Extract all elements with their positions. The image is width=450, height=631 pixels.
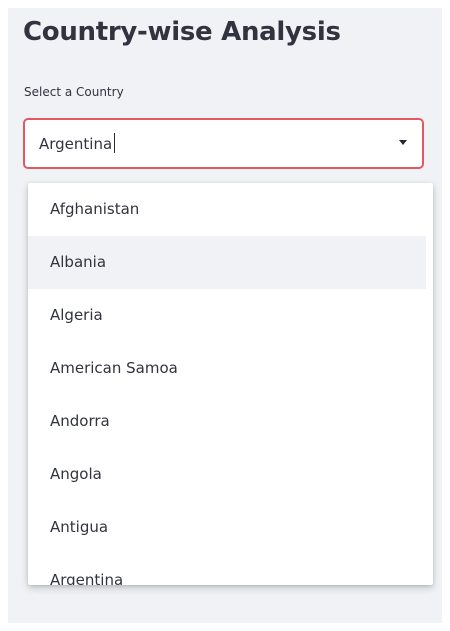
country-option-angola[interactable]: Angola [28, 448, 426, 501]
country-select-label: Select a Country [24, 85, 124, 99]
country-option-american-samoa[interactable]: American Samoa [28, 342, 426, 395]
country-dropdown-menu[interactable]: Afghanistan Albania Algeria American Sam… [28, 183, 433, 585]
country-option-list: Afghanistan Albania Algeria American Sam… [28, 183, 426, 585]
country-option-antigua[interactable]: Antigua [28, 501, 426, 554]
country-option-albania[interactable]: Albania [28, 236, 426, 289]
country-select[interactable]: Argentina [23, 118, 424, 169]
country-option-algeria[interactable]: Algeria [28, 289, 426, 342]
country-select-input[interactable]: Argentina [39, 133, 116, 153]
country-option-argentina[interactable]: Argentina [28, 554, 426, 585]
country-option-andorra[interactable]: Andorra [28, 395, 426, 448]
page-title: Country-wise Analysis [23, 17, 341, 47]
country-option-afghanistan[interactable]: Afghanistan [28, 183, 426, 236]
text-cursor [114, 133, 116, 153]
chevron-down-icon[interactable] [399, 140, 407, 145]
country-select-value: Argentina [39, 135, 113, 153]
